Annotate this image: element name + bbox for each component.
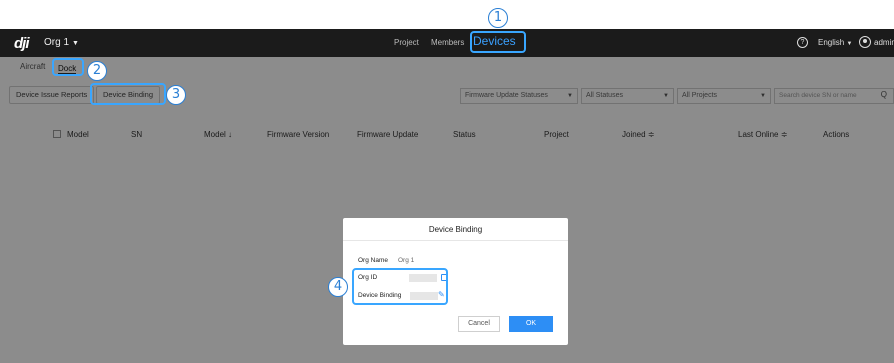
nav-project[interactable]: Project xyxy=(394,38,419,47)
dialog-title: Device Binding xyxy=(428,225,483,234)
language-label: English xyxy=(818,38,845,47)
dialog-divider xyxy=(343,240,568,241)
callout-3: 3 xyxy=(166,85,186,105)
highlight-dock-tab xyxy=(52,58,84,76)
highlight-binding-fields xyxy=(352,268,448,305)
dji-logo: dji xyxy=(14,35,29,52)
callout-2: 2 xyxy=(87,61,107,81)
org-selector[interactable]: Org 1 ▼ xyxy=(44,37,79,48)
callout-1: 1 xyxy=(488,8,508,28)
caret-down-icon: ▼ xyxy=(72,40,79,47)
help-icon[interactable]: ? xyxy=(797,37,808,48)
nav-members[interactable]: Members xyxy=(431,38,464,47)
user-avatar-icon[interactable] xyxy=(859,36,871,48)
org-name-value: Org 1 xyxy=(398,257,415,264)
top-navigation-bar: dji Org 1 ▼ Project Members Devices ? Eng… xyxy=(0,29,894,57)
callout-4: 4 xyxy=(328,277,348,297)
highlight-devices-tab xyxy=(470,31,526,53)
user-name[interactable]: admin xyxy=(874,38,894,47)
cancel-button[interactable]: Cancel xyxy=(458,316,500,332)
highlight-device-binding-button xyxy=(90,83,166,105)
ok-button[interactable]: OK xyxy=(509,316,553,332)
language-selector[interactable]: English ▼ xyxy=(818,38,852,47)
caret-down-icon: ▼ xyxy=(846,41,853,47)
org-name: Org 1 xyxy=(44,37,70,48)
org-name-label: Org Name xyxy=(358,257,388,264)
